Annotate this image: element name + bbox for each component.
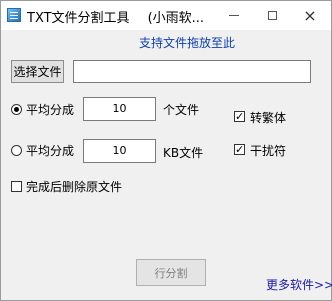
file-count-unit: 个文件 [163,103,200,117]
window-title-suffix: (小雨软... [147,11,205,26]
interference-label: 干扰符 [250,144,287,158]
split-by-count-radio[interactable] [11,104,22,115]
window-title-main: TXT文件分割工具 [27,11,130,26]
drag-drop-hint: 支持文件拖放至此 [138,36,235,50]
minimize-icon [229,15,239,16]
interference-checkbox[interactable]: ✓ [234,144,245,155]
title-bar[interactable]: TXT文件分割工具 (小雨软... × [1,1,331,30]
traditional-checkbox[interactable]: ✓ [234,111,245,122]
more-software-link[interactable]: 更多软件>> [266,276,332,293]
select-file-button[interactable]: 选择文件 [11,60,64,83]
minimize-button[interactable] [215,1,253,30]
size-kb-unit: KB文件 [163,146,204,160]
app-icon [7,8,21,22]
close-icon: × [303,6,317,25]
maximize-button[interactable] [253,1,291,30]
traditional-label: 转繁体 [250,111,287,125]
split-by-size-radio[interactable] [11,145,22,156]
close-button[interactable]: × [291,1,329,30]
split-by-count-label: 平均分成 [26,103,75,117]
file-count-input[interactable]: 10 [83,97,156,121]
delete-original-checkbox[interactable] [11,181,22,192]
split-by-size-label: 平均分成 [26,144,75,158]
window-title: TXT文件分割工具 (小雨软... [27,7,204,26]
app-window: TXT文件分割工具 (小雨软... × 支持文件拖放至此 选择文件 平均分成 10… [0,0,332,301]
maximize-icon [267,11,277,20]
file-path-input[interactable] [73,60,311,83]
size-kb-input[interactable]: 10 [83,139,156,163]
start-split-button[interactable]: 行分割 [136,259,206,286]
delete-original-label: 完成后删除原文件 [26,180,123,194]
